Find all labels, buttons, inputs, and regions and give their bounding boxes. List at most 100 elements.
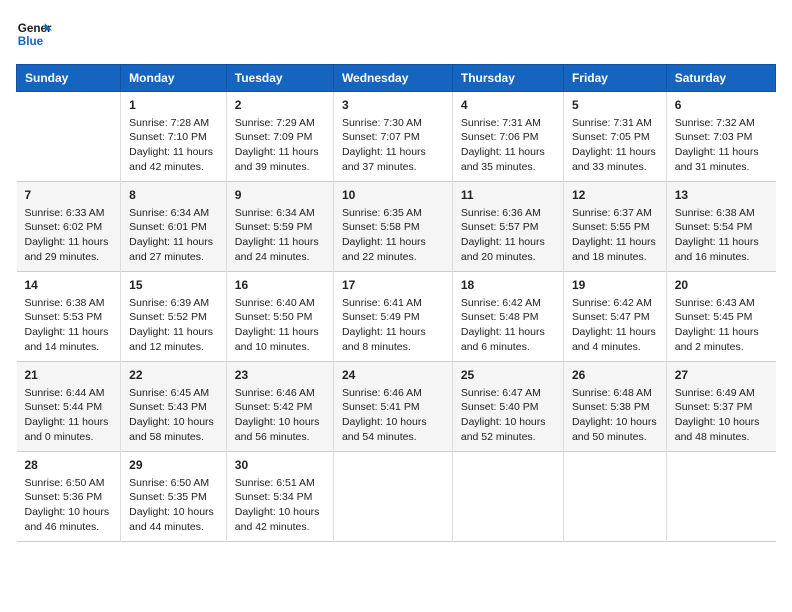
day-number: 21 — [25, 367, 113, 384]
day-number: 24 — [342, 367, 444, 384]
calendar-header-row: SundayMondayTuesdayWednesdayThursdayFrid… — [17, 65, 776, 92]
day-number: 5 — [572, 97, 658, 114]
week-row-2: 7Sunrise: 6:33 AMSunset: 6:02 PMDaylight… — [17, 182, 776, 272]
day-number: 23 — [235, 367, 325, 384]
calendar-cell: 9Sunrise: 6:34 AMSunset: 5:59 PMDaylight… — [226, 182, 333, 272]
calendar-cell — [17, 92, 121, 182]
daylight-hours: Daylight: 11 hours and 24 minutes. — [235, 236, 319, 263]
day-number: 15 — [129, 277, 218, 294]
daylight-hours: Daylight: 10 hours and 42 minutes. — [235, 506, 320, 533]
sunset-time: Sunset: 7:03 PM — [675, 131, 753, 143]
sunrise-time: Sunrise: 6:44 AM — [25, 387, 105, 399]
day-number: 9 — [235, 187, 325, 204]
calendar-cell: 23 Sunrise: 6:46 AM Sunset: 5:42 PM Dayligh… — [226, 362, 333, 452]
calendar-cell: 1Sunrise: 7:28 AMSunset: 7:10 PMDaylight… — [121, 92, 227, 182]
daylight-hours: Daylight: 11 hours and 27 minutes. — [129, 236, 213, 263]
calendar-cell: 16Sunrise: 6:40 AMSunset: 5:50 PMDayligh… — [226, 272, 333, 362]
day-number: 25 — [461, 367, 555, 384]
sunset-time: Sunset: 5:40 PM — [461, 401, 539, 413]
week-row-3: 14Sunrise: 6:38 AMSunset: 5:53 PMDayligh… — [17, 272, 776, 362]
sunset-time: Sunset: 5:44 PM — [25, 401, 103, 413]
daylight-hours: Daylight: 11 hours and 6 minutes. — [461, 326, 545, 353]
calendar-cell: 3Sunrise: 7:30 AMSunset: 7:07 PMDaylight… — [333, 92, 452, 182]
day-number: 8 — [129, 187, 218, 204]
sunrise-time: Sunrise: 6:46 AM — [235, 387, 315, 399]
sunrise-time: Sunrise: 6:50 AM — [25, 477, 105, 489]
header: General Blue — [16, 16, 776, 52]
daylight-hours: Daylight: 10 hours and 58 minutes. — [129, 416, 214, 443]
sunrise-time: Sunrise: 6:34 AM — [235, 207, 315, 219]
calendar-cell: 19Sunrise: 6:42 AMSunset: 5:47 PMDayligh… — [563, 272, 666, 362]
calendar-cell — [563, 452, 666, 542]
sunrise-time: Sunrise: 6:46 AM — [342, 387, 422, 399]
calendar-cell: 12Sunrise: 6:37 AMSunset: 5:55 PMDayligh… — [563, 182, 666, 272]
sunrise-time: Sunrise: 6:50 AM — [129, 477, 209, 489]
sunrise-time: Sunrise: 6:47 AM — [461, 387, 541, 399]
sunset-time: Sunset: 7:09 PM — [235, 131, 313, 143]
sunset-time: Sunset: 5:47 PM — [572, 311, 650, 323]
calendar-cell: 22Sunrise: 6:45 AMSunset: 5:43 PMDayligh… — [121, 362, 227, 452]
sunset-time: Sunset: 5:36 PM — [25, 491, 103, 503]
col-header-wednesday: Wednesday — [333, 65, 452, 92]
daylight-hours: Daylight: 11 hours and 22 minutes. — [342, 236, 426, 263]
sunset-time: Sunset: 5:38 PM — [572, 401, 650, 413]
calendar-cell: 5 Sunrise: 7:31 AM Sunset: 7:05 PM Daylight… — [563, 92, 666, 182]
day-number: 18 — [461, 277, 555, 294]
day-number: 17 — [342, 277, 444, 294]
sunrise-time: Sunrise: 6:38 AM — [675, 207, 755, 219]
sunset-time: Sunset: 5:54 PM — [675, 221, 753, 233]
day-number: 27 — [675, 367, 768, 384]
daylight-hours: Daylight: 10 hours and 50 minutes. — [572, 416, 657, 443]
day-number: 22 — [129, 367, 218, 384]
col-header-thursday: Thursday — [452, 65, 563, 92]
sunset-time: Sunset: 7:05 PM — [572, 131, 650, 143]
calendar-cell: 4Sunrise: 7:31 AMSunset: 7:06 PMDaylight… — [452, 92, 563, 182]
daylight-hours: Daylight: 11 hours and 8 minutes. — [342, 326, 426, 353]
daylight-hours: Daylight: 11 hours and 0 minutes. — [25, 416, 109, 443]
day-number: 14 — [25, 277, 113, 294]
sunrise-time: Sunrise: 7:31 AM — [461, 117, 541, 129]
sunrise-time: Sunrise: 7:29 AM — [235, 117, 315, 129]
col-header-sunday: Sunday — [17, 65, 121, 92]
sunrise-time: Sunrise: 6:37 AM — [572, 207, 652, 219]
calendar-cell: 30Sunrise: 6:51 AMSunset: 5:34 PMDayligh… — [226, 452, 333, 542]
sunset-time: Sunset: 7:06 PM — [461, 131, 539, 143]
day-number: 13 — [675, 187, 768, 204]
sunset-time: Sunset: 5:35 PM — [129, 491, 207, 503]
sunset-time: Sunset: 6:02 PM — [25, 221, 103, 233]
day-number: 16 — [235, 277, 325, 294]
daylight-hours: Daylight: 10 hours and 44 minutes. — [129, 506, 214, 533]
calendar-table: SundayMondayTuesdayWednesdayThursdayFrid… — [16, 64, 776, 542]
calendar-cell: 24Sunrise: 6:46 AMSunset: 5:41 PMDayligh… — [333, 362, 452, 452]
calendar-cell: 10Sunrise: 6:35 AMSunset: 5:58 PMDayligh… — [333, 182, 452, 272]
daylight-hours: Daylight: 11 hours and 33 minutes. — [572, 146, 656, 173]
sunrise-time: Sunrise: 7:32 AM — [675, 117, 755, 129]
day-number: 2 — [235, 97, 325, 114]
sunrise-time: Sunrise: 7:31 AM — [572, 117, 652, 129]
daylight-hours: Daylight: 11 hours and 31 minutes. — [675, 146, 759, 173]
sunset-time: Sunset: 5:48 PM — [461, 311, 539, 323]
sunset-time: Sunset: 5:50 PM — [235, 311, 313, 323]
calendar-cell — [333, 452, 452, 542]
calendar-cell: 15Sunrise: 6:39 AMSunset: 5:52 PMDayligh… — [121, 272, 227, 362]
sunrise-time: Sunrise: 6:42 AM — [461, 297, 541, 309]
sunrise-time: Sunrise: 6:51 AM — [235, 477, 315, 489]
sunrise-time: Sunrise: 6:48 AM — [572, 387, 652, 399]
week-row-4: 21 Sunrise: 6:44 AM Sunset: 5:44 PM Dayligh… — [17, 362, 776, 452]
day-number: 1 — [129, 97, 218, 114]
sunset-time: Sunset: 5:37 PM — [675, 401, 753, 413]
daylight-hours: Daylight: 11 hours and 14 minutes. — [25, 326, 109, 353]
daylight-hours: Daylight: 11 hours and 20 minutes. — [461, 236, 545, 263]
sunset-time: Sunset: 5:58 PM — [342, 221, 420, 233]
logo: General Blue — [16, 16, 52, 52]
daylight-hours: Daylight: 11 hours and 12 minutes. — [129, 326, 213, 353]
sunset-time: Sunset: 5:45 PM — [675, 311, 753, 323]
day-number: 6 — [675, 97, 768, 114]
sunset-time: Sunset: 5:42 PM — [235, 401, 313, 413]
daylight-hours: Daylight: 11 hours and 37 minutes. — [342, 146, 426, 173]
sunset-time: Sunset: 5:34 PM — [235, 491, 313, 503]
sunset-time: Sunset: 5:55 PM — [572, 221, 650, 233]
daylight-hours: Daylight: 10 hours and 56 minutes. — [235, 416, 320, 443]
col-header-tuesday: Tuesday — [226, 65, 333, 92]
sunset-time: Sunset: 5:53 PM — [25, 311, 103, 323]
